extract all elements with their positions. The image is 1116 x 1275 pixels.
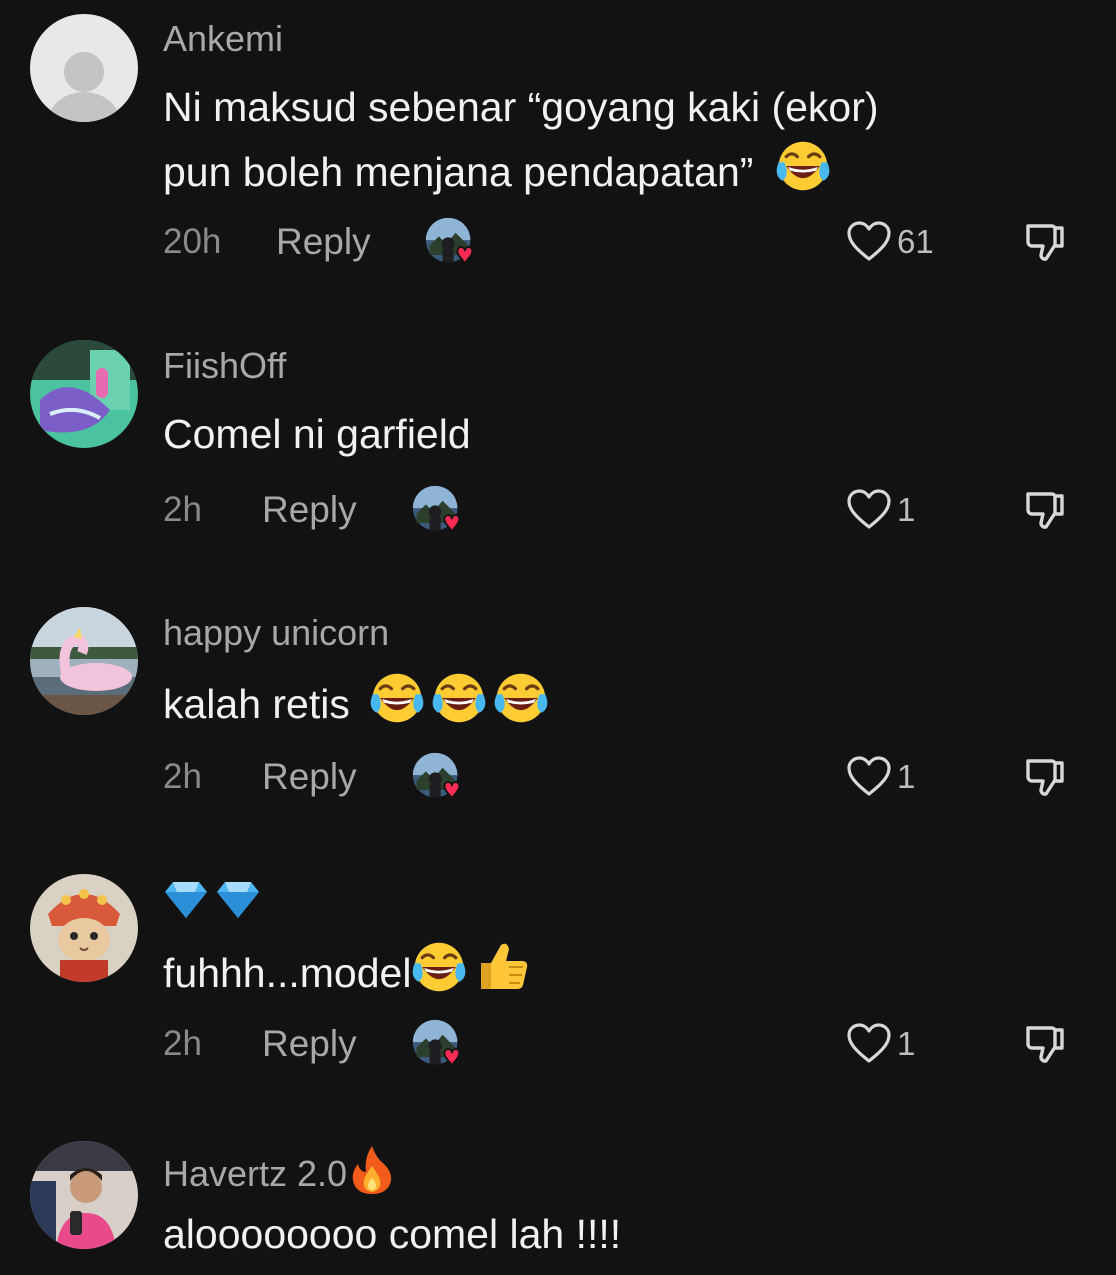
like-button[interactable]: 1 [845, 753, 915, 801]
comment-text-line: Ni maksud sebenar “goyang kaki (ekor) [163, 84, 879, 130]
thumbs-down-icon[interactable] [1022, 753, 1070, 801]
comment-text-line: pun boleh menjana pendapatan” [163, 138, 879, 203]
like-button[interactable]: 61 [845, 218, 934, 266]
thumbs-down-icon[interactable] [1022, 218, 1070, 266]
like-button[interactable]: 1 [845, 1020, 915, 1068]
comment-text-segment: pun boleh menjana pendapatan” [163, 149, 754, 195]
cat-costume-avatar-icon [30, 874, 138, 982]
reply-button[interactable]: Reply [262, 490, 357, 530]
comment-text: fuhhh...model [163, 937, 531, 1004]
avatar[interactable] [30, 14, 138, 122]
timestamp: 2h [163, 490, 202, 529]
username[interactable]: happy unicorn [163, 612, 389, 654]
timestamp: 2h [163, 1024, 202, 1063]
comment-text-segment: kalah retis [163, 681, 350, 727]
gem-emoji [165, 882, 259, 918]
comment-text: Ni maksud sebenar “goyang kaki (ekor) pu… [163, 76, 879, 203]
reply-button[interactable]: Reply [262, 757, 357, 797]
person-avatar-icon [30, 1141, 138, 1249]
username[interactable]: Ankemi [163, 18, 283, 60]
thumbs-down-icon[interactable] [1022, 1020, 1070, 1068]
heart-badge-icon [424, 216, 476, 268]
username[interactable]: FiishOff [163, 345, 286, 387]
unicorn-float-avatar-icon [30, 607, 138, 715]
like-count: 1 [897, 1025, 916, 1062]
username[interactable]: Havertz 2.0 [163, 1144, 395, 1195]
heart-badge-icon [411, 484, 463, 536]
comment-text: Comel ni garfield [163, 411, 471, 457]
comment-text: aloooooooo comel lah !!!! [163, 1211, 622, 1257]
username-text: Havertz 2.0 [163, 1153, 348, 1194]
face-with-tears-of-joy-emoji [493, 670, 549, 726]
face-with-tears-of-joy-emoji [775, 138, 831, 194]
like-button[interactable]: 1 [845, 486, 915, 534]
avatar[interactable] [30, 874, 138, 982]
timestamp: 2h [163, 757, 202, 796]
heart-outline-icon [845, 1020, 893, 1068]
fire-emoji [352, 1146, 392, 1194]
heart-outline-icon [845, 486, 893, 534]
comment-text: kalah retis [163, 670, 549, 735]
comment-text-segment: fuhhh...model [163, 950, 412, 996]
garfield-avatar-icon [30, 340, 138, 448]
thumbs-down-icon[interactable] [1022, 486, 1070, 534]
like-count: 1 [897, 758, 916, 795]
avatar[interactable] [30, 607, 138, 715]
avatar[interactable] [30, 1141, 138, 1249]
face-with-tears-of-joy-emoji [411, 939, 467, 995]
thumbs-up-emoji [481, 943, 528, 989]
reply-button[interactable]: Reply [262, 1024, 357, 1064]
like-count: 1 [897, 491, 916, 528]
avatar[interactable] [30, 340, 138, 448]
timestamp: 20h [163, 222, 222, 261]
heart-outline-icon [845, 218, 893, 266]
face-with-tears-of-joy-emoji [431, 670, 487, 726]
username[interactable] [163, 878, 261, 931]
reply-button[interactable]: Reply [276, 222, 371, 262]
heart-badge-icon [411, 751, 463, 803]
default-avatar-icon [30, 14, 138, 122]
heart-badge-icon [411, 1018, 463, 1070]
heart-outline-icon [845, 753, 893, 801]
like-count: 61 [897, 223, 934, 260]
face-with-tears-of-joy-emoji [369, 670, 425, 726]
